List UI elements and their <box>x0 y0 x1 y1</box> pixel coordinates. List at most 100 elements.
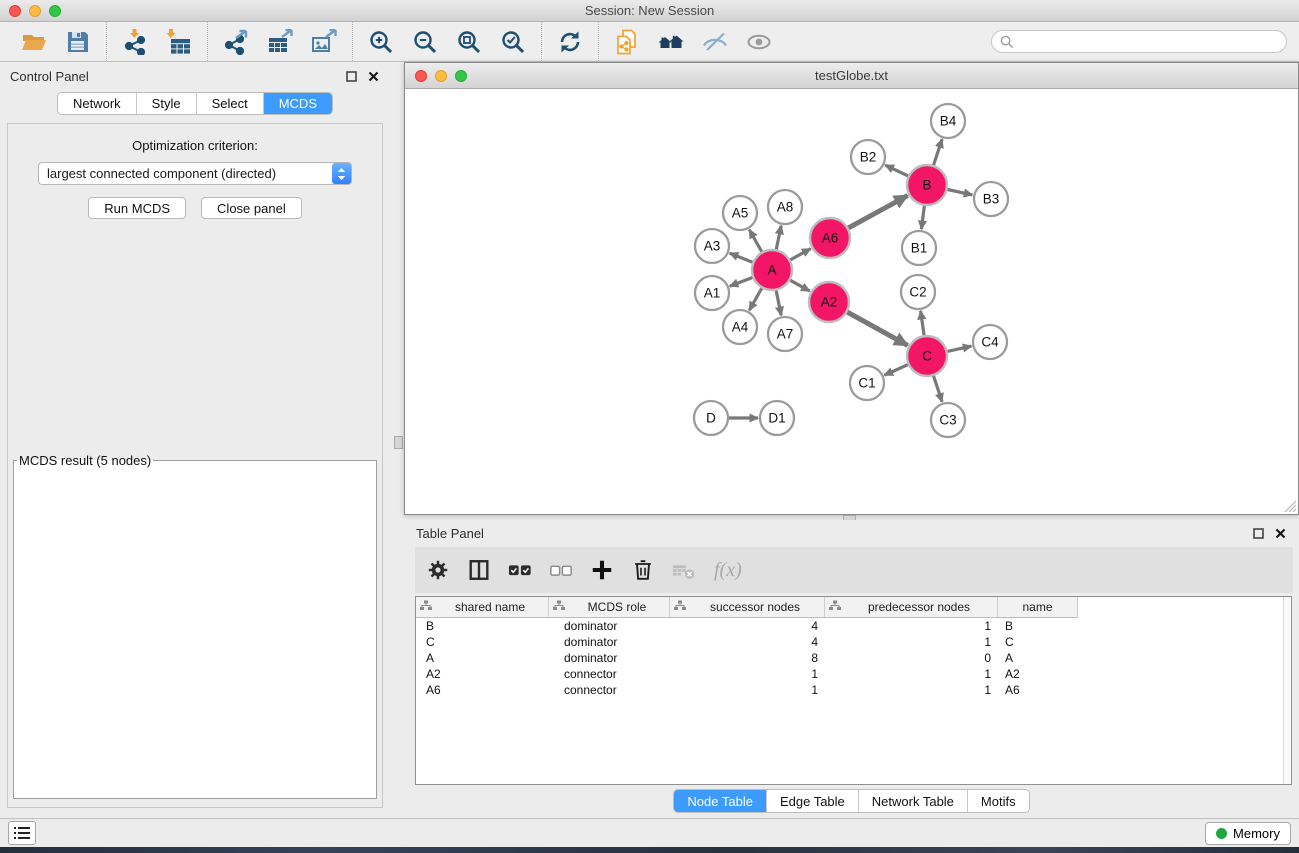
task-history-button[interactable] <box>8 821 36 845</box>
float-panel-icon[interactable] <box>345 70 358 83</box>
new-network-icon[interactable] <box>614 29 640 55</box>
column-header-successor-nodes[interactable]: successor nodes <box>670 597 825 618</box>
graph-node-B3[interactable]: B3 <box>974 182 1008 216</box>
home-icon[interactable] <box>658 29 684 55</box>
tab-node-table[interactable]: Node Table <box>674 790 766 812</box>
split-view-icon[interactable] <box>466 557 492 583</box>
close-panel-button[interactable]: Close panel <box>201 197 302 219</box>
desktop-strip <box>0 847 1299 853</box>
network-graph[interactable]: B4 B2 B B3 B1 A5 A8 A6 A3 A A1 A2 C2 A4 A7 C4 C C1 C3 D D1 <box>405 89 1298 514</box>
column-header-name[interactable]: name <box>998 597 1078 618</box>
select-all-icon[interactable] <box>507 557 533 583</box>
tab-select[interactable]: Select <box>196 93 263 114</box>
graph-node-B2[interactable]: B2 <box>851 140 885 174</box>
table-row[interactable]: Adominator80A <box>416 650 1291 666</box>
table-cell: 4 <box>670 618 825 634</box>
graph-node-A4[interactable]: A4 <box>723 310 757 344</box>
graph-node-A6[interactable]: A6 <box>810 218 850 258</box>
zoom-selected-icon[interactable] <box>500 29 526 55</box>
delete-table-icon[interactable] <box>671 557 697 583</box>
criterion-select[interactable]: largest connected component (directed) <box>38 162 352 185</box>
table-scrollbar[interactable] <box>1283 597 1291 784</box>
graph-node-A3[interactable]: A3 <box>695 229 729 263</box>
tab-network[interactable]: Network <box>58 93 136 114</box>
table-row[interactable]: A6connector11A6 <box>416 682 1291 698</box>
toolbar-icon-groups <box>6 22 787 61</box>
attribute-type-icon <box>674 600 686 614</box>
graph-node-A5[interactable]: A5 <box>723 196 757 230</box>
network-window-titlebar[interactable]: testGlobe.txt <box>405 63 1298 89</box>
delete-row-icon[interactable] <box>630 557 656 583</box>
result-list-item[interactable]: A2 <box>18 469 372 470</box>
graph-node-C1[interactable]: C1 <box>850 366 884 400</box>
node-table[interactable]: shared nameMCDS rolesuccessor nodesprede… <box>415 596 1292 785</box>
tab-motifs[interactable]: Motifs <box>967 790 1029 812</box>
graph-node-B4[interactable]: B4 <box>931 104 965 138</box>
graph-node-B[interactable]: B <box>907 165 947 205</box>
graph-node-A[interactable]: A <box>752 250 792 290</box>
zoom-out-icon[interactable] <box>412 29 438 55</box>
show-details-icon[interactable] <box>746 29 772 55</box>
table-row[interactable]: Bdominator41B <box>416 618 1291 634</box>
maximize-window-button[interactable] <box>49 5 61 17</box>
mcds-result-title: MCDS result (5 nodes) <box>17 453 153 468</box>
minimize-window-button[interactable] <box>29 5 41 17</box>
import-network-icon[interactable] <box>122 29 148 55</box>
gear-icon[interactable] <box>425 557 451 583</box>
graph-node-A2[interactable]: A2 <box>809 282 849 322</box>
mcds-result-list[interactable]: A2ABCA6 <box>14 468 376 470</box>
graph-node-D1[interactable]: D1 <box>760 401 794 435</box>
network-minimize-button[interactable] <box>435 70 447 82</box>
tab-style[interactable]: Style <box>136 93 196 114</box>
graph-node-C[interactable]: C <box>907 336 947 376</box>
memory-button[interactable]: Memory <box>1205 822 1291 845</box>
import-table-icon[interactable] <box>166 29 192 55</box>
graph-node-C4[interactable]: C4 <box>973 325 1007 359</box>
export-network-icon[interactable] <box>223 29 249 55</box>
search-input[interactable] <box>1019 34 1282 49</box>
hide-details-icon[interactable] <box>702 29 728 55</box>
tab-network-table[interactable]: Network Table <box>858 790 967 812</box>
open-session-icon[interactable] <box>21 29 47 55</box>
network-canvas[interactable]: B4 B2 B B3 B1 A5 A8 A6 A3 A A1 A2 C2 A4 A7 C4 C C1 C3 D D1 <box>405 89 1298 514</box>
export-image-icon[interactable] <box>311 29 337 55</box>
add-row-icon[interactable] <box>589 557 615 583</box>
graph-node-B1[interactable]: B1 <box>902 231 936 265</box>
control-panel: Control Panel NetworkStyleSelectMCDS Opt… <box>0 62 390 818</box>
zoom-fit-icon[interactable] <box>456 29 482 55</box>
svg-text:A5: A5 <box>732 206 749 221</box>
zoom-in-icon[interactable] <box>368 29 394 55</box>
close-panel-icon[interactable] <box>367 70 380 83</box>
table-cell: 1 <box>670 682 825 698</box>
deselect-all-icon[interactable] <box>548 557 574 583</box>
close-window-button[interactable] <box>9 5 21 17</box>
graph-node-D[interactable]: D <box>694 401 728 435</box>
search-box[interactable] <box>991 30 1287 53</box>
function-builder-button[interactable]: f(x) <box>712 559 742 582</box>
graph-node-A8[interactable]: A8 <box>768 190 802 224</box>
network-close-button[interactable] <box>415 70 427 82</box>
graph-node-A7[interactable]: A7 <box>768 317 802 351</box>
graph-node-C3[interactable]: C3 <box>931 403 965 437</box>
table-row[interactable]: Cdominator41C <box>416 634 1291 650</box>
float-table-panel-icon[interactable] <box>1252 527 1265 540</box>
table-cell: A6 <box>416 682 549 698</box>
vertical-splitter-grabber[interactable] <box>394 436 403 449</box>
run-mcds-button[interactable]: Run MCDS <box>88 197 186 219</box>
save-session-icon[interactable] <box>65 29 91 55</box>
network-maximize-button[interactable] <box>455 70 467 82</box>
resize-grip-icon[interactable] <box>1284 500 1297 513</box>
tab-mcds[interactable]: MCDS <box>263 93 332 114</box>
column-header-shared-name[interactable]: shared name <box>416 597 549 618</box>
export-table-icon[interactable] <box>267 29 293 55</box>
svg-text:A6: A6 <box>822 231 839 246</box>
column-header-MCDS-role[interactable]: MCDS role <box>549 597 670 618</box>
close-table-panel-icon[interactable] <box>1274 527 1287 540</box>
graph-node-C2[interactable]: C2 <box>901 275 935 309</box>
graph-node-A1[interactable]: A1 <box>695 276 729 310</box>
refresh-layout-icon[interactable] <box>557 29 583 55</box>
table-row[interactable]: A2connector11A2 <box>416 666 1291 682</box>
tab-edge-table[interactable]: Edge Table <box>766 790 858 812</box>
table-cell: B <box>998 618 1078 634</box>
column-header-predecessor-nodes[interactable]: predecessor nodes <box>825 597 998 618</box>
